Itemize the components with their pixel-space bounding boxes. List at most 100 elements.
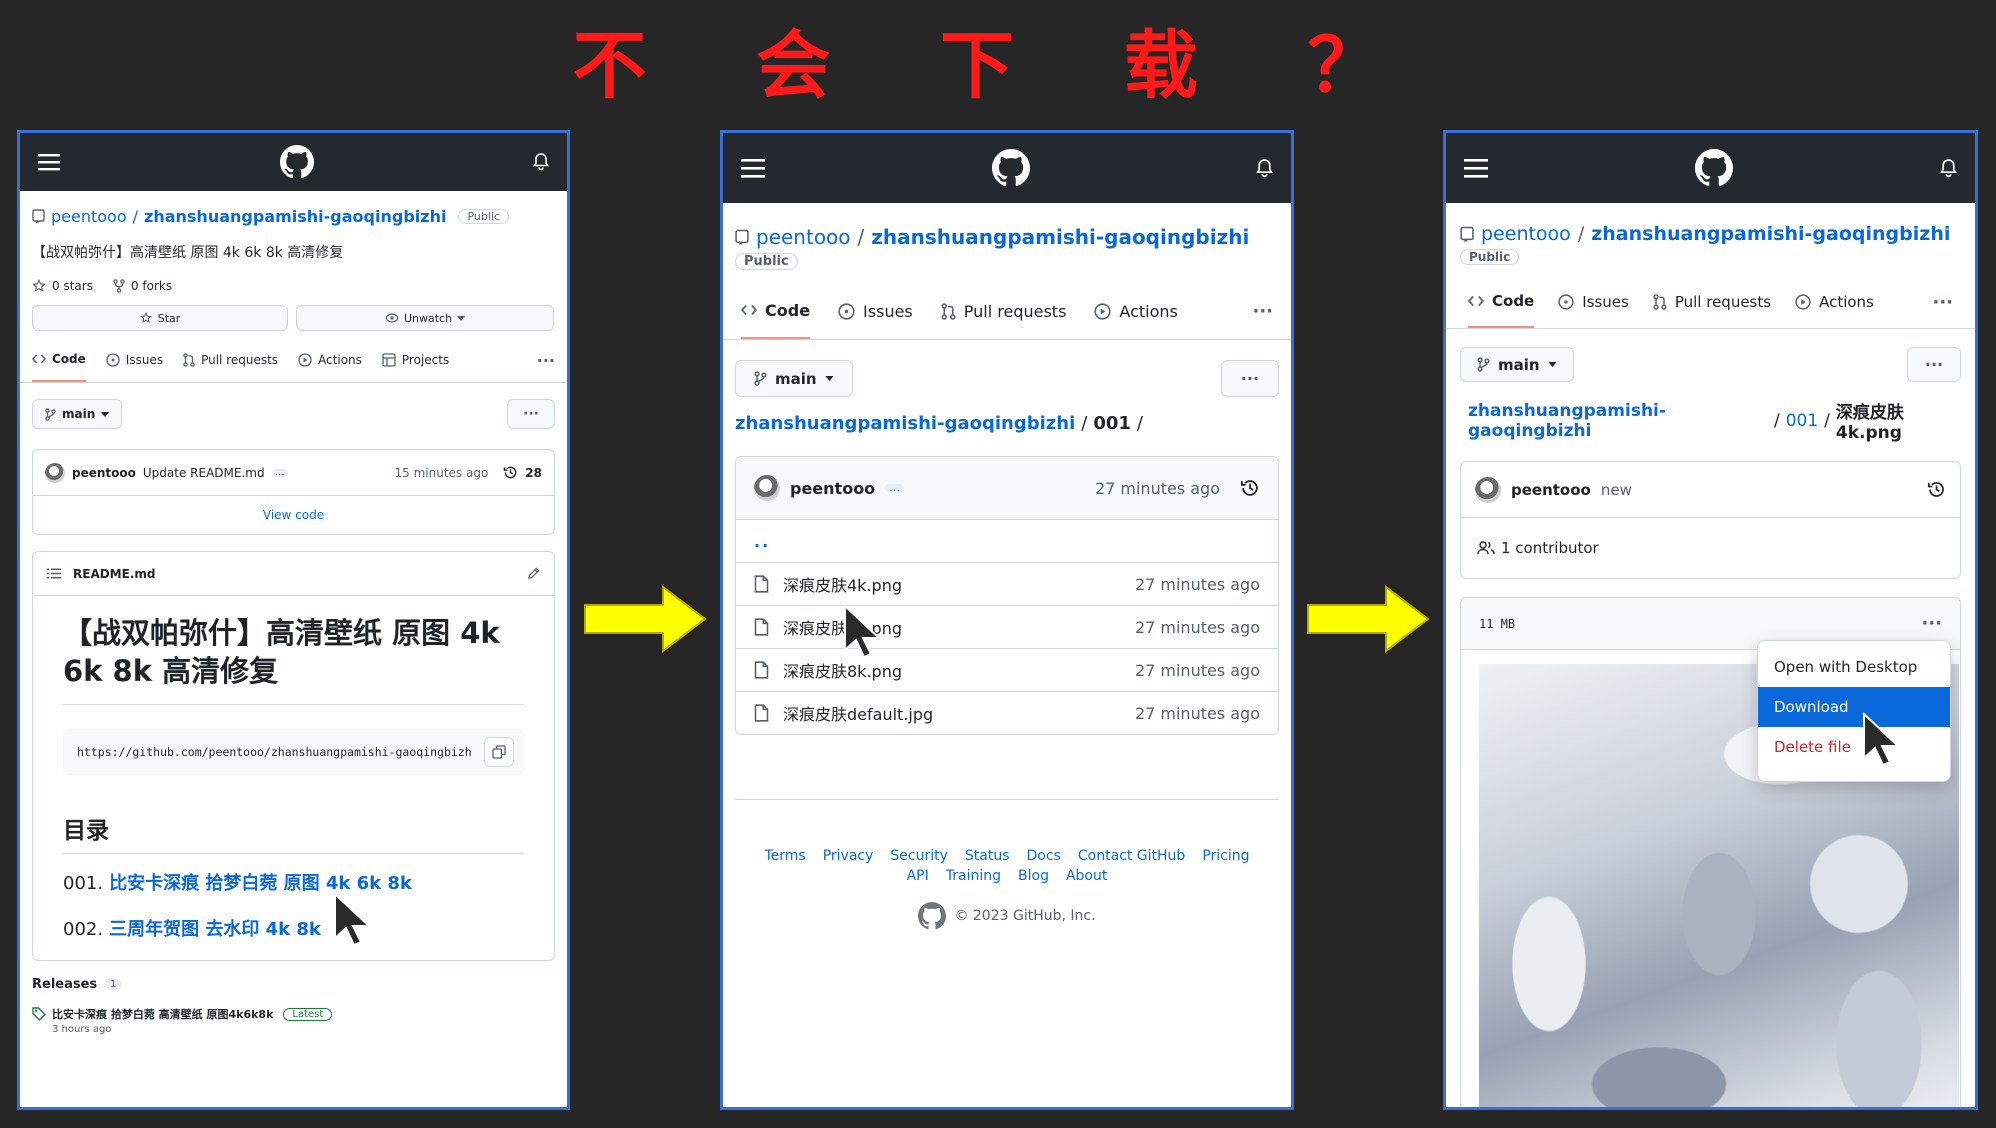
footer-link-pricing[interactable]: Pricing bbox=[1202, 848, 1249, 864]
github-logo-icon[interactable] bbox=[1695, 149, 1733, 187]
more-actions-button[interactable]: ··· bbox=[1907, 347, 1961, 382]
file-name[interactable]: 深痕皮肤4k.png bbox=[783, 572, 902, 596]
more-tabs-button[interactable]: ··· bbox=[537, 338, 555, 382]
commit-time[interactable]: 27 minutes ago bbox=[1095, 479, 1220, 498]
bell-icon[interactable] bbox=[1256, 158, 1273, 178]
commit-user[interactable]: peentooo bbox=[1511, 481, 1591, 499]
breadcrumb-dir-link[interactable]: 001 bbox=[1786, 411, 1818, 431]
star-icon bbox=[32, 279, 46, 293]
repo-name-link[interactable]: zhanshuangpamishi-gaoqingbizhi bbox=[144, 207, 446, 226]
github-header bbox=[1446, 133, 1975, 203]
tab-pull-requests[interactable]: Pull requests bbox=[1653, 276, 1771, 328]
download-item[interactable]: Download bbox=[1758, 687, 1950, 727]
stars-count[interactable]: 0 stars bbox=[32, 279, 93, 293]
footer-link-blog[interactable]: Blog bbox=[1018, 868, 1049, 884]
footer-link-status[interactable]: Status bbox=[965, 848, 1010, 864]
branch-select[interactable]: main bbox=[32, 399, 123, 429]
more-actions-button[interactable]: ··· bbox=[1221, 360, 1279, 397]
page-title: 不 会 下 载 ？ bbox=[572, 23, 1424, 109]
branch-select[interactable]: main bbox=[1460, 347, 1574, 382]
copy-button[interactable] bbox=[484, 737, 514, 767]
history-icon[interactable] bbox=[1240, 478, 1260, 498]
more-tabs-button[interactable]: ··· bbox=[1252, 283, 1273, 339]
footer-link-privacy[interactable]: Privacy bbox=[823, 848, 874, 864]
tab-projects[interactable]: Projects bbox=[382, 338, 449, 382]
footer-link-about[interactable]: About bbox=[1066, 868, 1107, 884]
releases-link[interactable]: Releases bbox=[32, 977, 97, 992]
bell-icon[interactable] bbox=[533, 153, 549, 171]
footer-link-terms[interactable]: Terms bbox=[764, 848, 805, 864]
more-actions-button[interactable]: ··· bbox=[507, 399, 555, 429]
list-icon[interactable] bbox=[47, 568, 61, 579]
file-more-button[interactable]: ··· bbox=[1921, 613, 1942, 634]
repo-description: 【战双帕弥什】高清壁纸 原图 4k 6k 8k 高清修复 bbox=[32, 245, 344, 261]
repo-owner-link[interactable]: peentooo bbox=[1481, 223, 1571, 245]
github-logo-icon[interactable] bbox=[279, 145, 314, 179]
breadcrumb-repo-link[interactable]: zhanshuangpamishi-gaoqingbizhi bbox=[1468, 401, 1768, 441]
tab-actions[interactable]: Actions bbox=[1795, 276, 1874, 328]
url-code-block: https://github.com/peentooo/zhanshuangpa… bbox=[63, 729, 524, 775]
file-row-6k[interactable]: 深痕皮肤6k.png 27 minutes ago bbox=[736, 605, 1278, 648]
contributors-row[interactable]: 1 contributor bbox=[1461, 518, 1960, 578]
tab-actions[interactable]: Actions bbox=[298, 338, 362, 382]
more-tabs-button[interactable]: ··· bbox=[1932, 276, 1953, 328]
toc-link-002[interactable]: 三周年贺图 去水印 4k 8k bbox=[109, 918, 321, 942]
github-logo-icon[interactable] bbox=[991, 149, 1030, 187]
github-logo-icon[interactable] bbox=[918, 902, 947, 930]
releases-count: 1 bbox=[105, 979, 122, 990]
watch-button[interactable]: Unwatch bbox=[296, 305, 554, 331]
footer-link-api[interactable]: API bbox=[907, 868, 929, 884]
commit-count[interactable]: 28 bbox=[525, 466, 542, 480]
history-icon[interactable] bbox=[503, 465, 518, 480]
avatar[interactable] bbox=[754, 475, 780, 501]
tab-code[interactable]: Code bbox=[741, 283, 811, 339]
repo-name-link[interactable]: zhanshuangpamishi-gaoqingbizhi bbox=[871, 225, 1249, 249]
pencil-icon[interactable] bbox=[527, 567, 540, 580]
history-icon[interactable] bbox=[1927, 480, 1946, 499]
avatar[interactable] bbox=[1475, 476, 1501, 503]
footer-link-security[interactable]: Security bbox=[890, 848, 948, 864]
file-name[interactable]: 深痕皮肤default.jpg bbox=[783, 701, 933, 725]
commit-expand-button[interactable]: … bbox=[271, 467, 288, 477]
open-with-desktop-item[interactable]: Open with Desktop bbox=[1758, 647, 1950, 687]
file-row-8k[interactable]: 深痕皮肤8k.png 27 minutes ago bbox=[736, 648, 1278, 691]
file-row-default[interactable]: 深痕皮肤default.jpg 27 minutes ago bbox=[736, 691, 1278, 734]
bell-icon[interactable] bbox=[1940, 158, 1957, 178]
menu-icon[interactable] bbox=[1464, 158, 1488, 178]
file-row-4k[interactable]: 深痕皮肤4k.png 27 minutes ago bbox=[736, 562, 1278, 605]
tab-code[interactable]: Code bbox=[32, 338, 86, 382]
breadcrumb-repo-link[interactable]: zhanshuangpamishi-gaoqingbizhi bbox=[735, 413, 1075, 434]
star-button[interactable]: Star bbox=[32, 305, 288, 331]
avatar[interactable] bbox=[45, 462, 65, 483]
issue-icon bbox=[838, 302, 855, 320]
parent-dir-link[interactable]: .. bbox=[736, 519, 1278, 562]
repo-owner-link[interactable]: peentooo bbox=[756, 225, 851, 249]
repo-owner-link[interactable]: peentooo bbox=[51, 207, 127, 226]
tag-icon bbox=[32, 1007, 46, 1021]
forks-count[interactable]: 0 forks bbox=[113, 279, 172, 293]
commit-message[interactable]: Update README.md bbox=[143, 466, 265, 480]
footer-link-contact[interactable]: Contact GitHub bbox=[1078, 848, 1185, 864]
commit-user[interactable]: peentooo bbox=[72, 466, 136, 480]
tab-issues[interactable]: Issues bbox=[838, 283, 913, 339]
commit-expand-button[interactable]: … bbox=[885, 482, 905, 493]
tab-issues[interactable]: Issues bbox=[106, 338, 163, 382]
repo-name-link[interactable]: zhanshuangpamishi-gaoqingbizhi bbox=[1591, 223, 1950, 245]
commit-user[interactable]: peentooo bbox=[790, 479, 875, 498]
tab-actions[interactable]: Actions bbox=[1094, 283, 1178, 339]
delete-file-item[interactable]: Delete file bbox=[1758, 727, 1950, 767]
tab-pull-requests[interactable]: Pull requests bbox=[941, 283, 1066, 339]
menu-icon[interactable] bbox=[741, 158, 765, 178]
arrow-icon bbox=[583, 584, 707, 657]
commit-message[interactable]: new bbox=[1601, 481, 1632, 499]
view-code-link[interactable]: View code bbox=[33, 496, 554, 534]
branch-select[interactable]: main bbox=[735, 360, 853, 397]
release-name[interactable]: 比安卡深痕 拾梦白菀 高清壁纸 原图4k6k8k bbox=[52, 1006, 273, 1022]
tab-pull-requests[interactable]: Pull requests bbox=[183, 338, 278, 382]
commit-time[interactable]: 15 minutes ago bbox=[395, 466, 489, 480]
footer-link-docs[interactable]: Docs bbox=[1027, 848, 1061, 864]
tab-code[interactable]: Code bbox=[1468, 276, 1535, 328]
menu-icon[interactable] bbox=[38, 153, 60, 171]
tab-issues[interactable]: Issues bbox=[1558, 276, 1629, 328]
footer-link-training[interactable]: Training bbox=[946, 868, 1001, 884]
